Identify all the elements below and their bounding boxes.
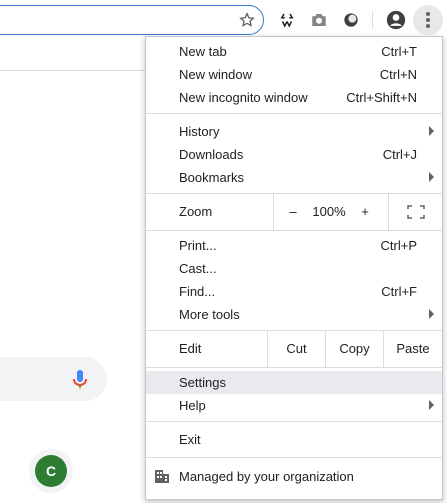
menu-item-shortcut: Ctrl+T [381,44,417,59]
edit-label: Edit [179,341,202,356]
camera-extension-icon[interactable] [309,10,329,30]
submenu-arrow-icon [429,400,434,410]
zoom-separator [388,193,389,230]
menu-item-label: Exit [179,432,201,447]
menu-item-shortcut: Ctrl+Shift+N [346,90,417,105]
menu-item-shortcut: Ctrl+F [381,284,417,299]
fullscreen-button[interactable] [396,193,436,230]
menu-separator [146,113,442,114]
menu-item-shortcut: Ctrl+P [380,238,417,253]
zoom-out-button[interactable]: – [278,193,308,230]
menu-separator [146,457,442,458]
microphone-icon[interactable] [72,369,88,394]
profile-icon[interactable] [386,10,406,30]
menu-item-shortcut: Ctrl+N [379,67,417,82]
menu-item-shortcut: Ctrl+J [382,147,417,162]
menu-item-new-window[interactable]: New window Ctrl+N [146,63,442,86]
address-bar[interactable] [0,5,264,35]
menu-item-history[interactable]: History [146,120,442,143]
menu-item-downloads[interactable]: Downloads Ctrl+J [146,143,442,166]
menu-item-bookmarks[interactable]: Bookmarks [146,166,442,189]
submenu-arrow-icon [429,309,434,319]
managed-label: Managed by your organization [179,469,354,484]
menu-item-label: Print... [179,238,217,253]
shortcut-avatar[interactable]: C [35,455,67,487]
kebab-menu-icon[interactable] [418,10,438,30]
menu-item-label: More tools [179,307,240,322]
chrome-main-menu: New tab Ctrl+T New window Ctrl+N New inc… [145,36,443,500]
menu-item-label: New tab [179,44,227,59]
menu-item-help[interactable]: Help [146,394,442,417]
menu-edit-row: Edit Cut Copy Paste [146,330,442,367]
menu-separator [146,230,442,231]
menu-item-label: New incognito window [179,90,308,105]
submenu-arrow-icon [429,172,434,182]
submenu-arrow-icon [429,126,434,136]
menu-item-label: Downloads [179,147,244,162]
menu-item-more-tools[interactable]: More tools [146,303,442,326]
toolbar-bottom-border [0,70,145,71]
zoom-separator [273,193,274,230]
menu-item-new-incognito-window[interactable]: New incognito window Ctrl+Shift+N [146,86,442,109]
paste-button[interactable]: Paste [384,330,442,367]
cut-button[interactable]: Cut [268,330,325,367]
menu-item-exit[interactable]: Exit [146,428,442,451]
menu-item-settings[interactable]: Settings [146,371,442,394]
toolbar-separator [372,11,373,29]
zoom-label: Zoom [179,204,213,219]
menu-item-label: Find... [179,284,216,299]
menu-item-label: New window [179,67,252,82]
menu-item-cast[interactable]: Cast... [146,257,442,280]
menu-separator [146,367,442,368]
menu-item-find[interactable]: Find... Ctrl+F [146,280,442,303]
menu-item-label: Cast... [179,261,217,276]
copy-button[interactable]: Copy [326,330,383,367]
menu-item-label: Bookmarks [179,170,245,185]
search-box[interactable] [0,357,107,401]
browser-toolbar [0,0,447,40]
recycle-extension-icon[interactable] [277,10,297,30]
menu-item-label: Settings [179,375,226,390]
building-icon [154,468,170,487]
menu-item-managed[interactable]: Managed by your organization [146,463,442,489]
menu-item-label: History [179,124,220,139]
zoom-level: 100% [312,204,346,219]
menu-item-new-tab[interactable]: New tab Ctrl+T [146,40,442,63]
zoom-in-button[interactable]: + [350,193,380,230]
menu-separator [146,421,442,422]
star-icon[interactable] [237,10,257,30]
menu-item-label: Help [179,398,206,413]
menu-item-print[interactable]: Print... Ctrl+P [146,234,442,257]
fullscreen-icon [407,204,425,219]
circle-extension-icon[interactable] [341,10,361,30]
menu-zoom-row: Zoom – 100% + [146,193,442,230]
